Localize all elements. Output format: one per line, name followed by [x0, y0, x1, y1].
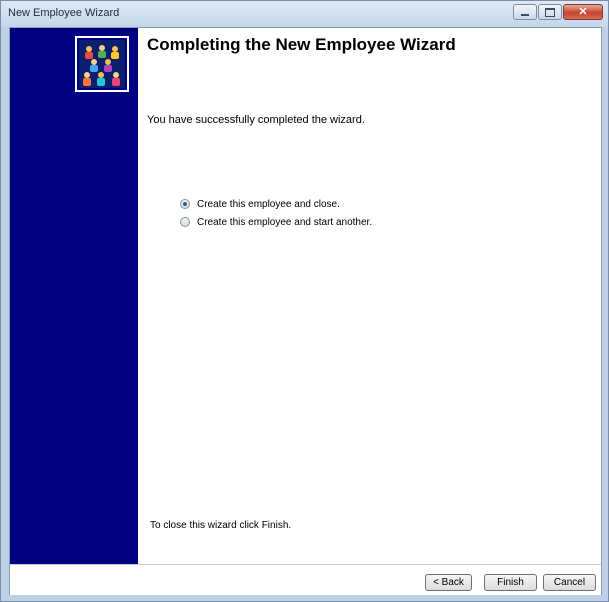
option-create-and-start-another[interactable]: Create this employee and start another.	[180, 215, 372, 229]
intro-text: You have successfully completed the wiza…	[147, 114, 365, 126]
minimize-icon	[521, 14, 529, 16]
option-create-and-close[interactable]: Create this employee and close.	[180, 197, 340, 211]
back-button[interactable]: < Back	[425, 574, 472, 591]
radio-create-and-close[interactable]	[180, 199, 190, 209]
wizard-footer: < Back Finish Cancel	[10, 564, 601, 595]
maximize-button[interactable]	[538, 4, 562, 20]
wizard-sidebar	[10, 28, 138, 564]
wizard-logo	[75, 36, 129, 92]
close-icon: ✕	[578, 6, 588, 18]
closing-instruction: To close this wizard click Finish.	[150, 520, 292, 531]
minimize-button[interactable]	[513, 4, 537, 20]
option-label: Create this employee and start another.	[197, 216, 373, 228]
finish-button[interactable]: Finish	[484, 574, 537, 591]
cancel-button[interactable]: Cancel	[543, 574, 596, 591]
wizard-content: Completing the New Employee Wizard You h…	[138, 28, 601, 564]
wizard-window: New Employee Wizard ✕ Completing the New…	[0, 0, 609, 602]
maximize-icon	[545, 7, 555, 17]
people-group-icon	[79, 40, 125, 88]
wizard-body: Completing the New Employee Wizard You h…	[9, 27, 602, 595]
title-bar[interactable]: New Employee Wizard ✕	[1, 1, 608, 27]
window-title: New Employee Wizard	[8, 7, 120, 19]
radio-create-and-start-another[interactable]	[180, 217, 190, 227]
window-controls: ✕	[512, 4, 603, 21]
close-button[interactable]: ✕	[563, 4, 603, 20]
option-label: Create this employee and close.	[197, 198, 340, 210]
page-title: Completing the New Employee Wizard	[147, 35, 456, 54]
